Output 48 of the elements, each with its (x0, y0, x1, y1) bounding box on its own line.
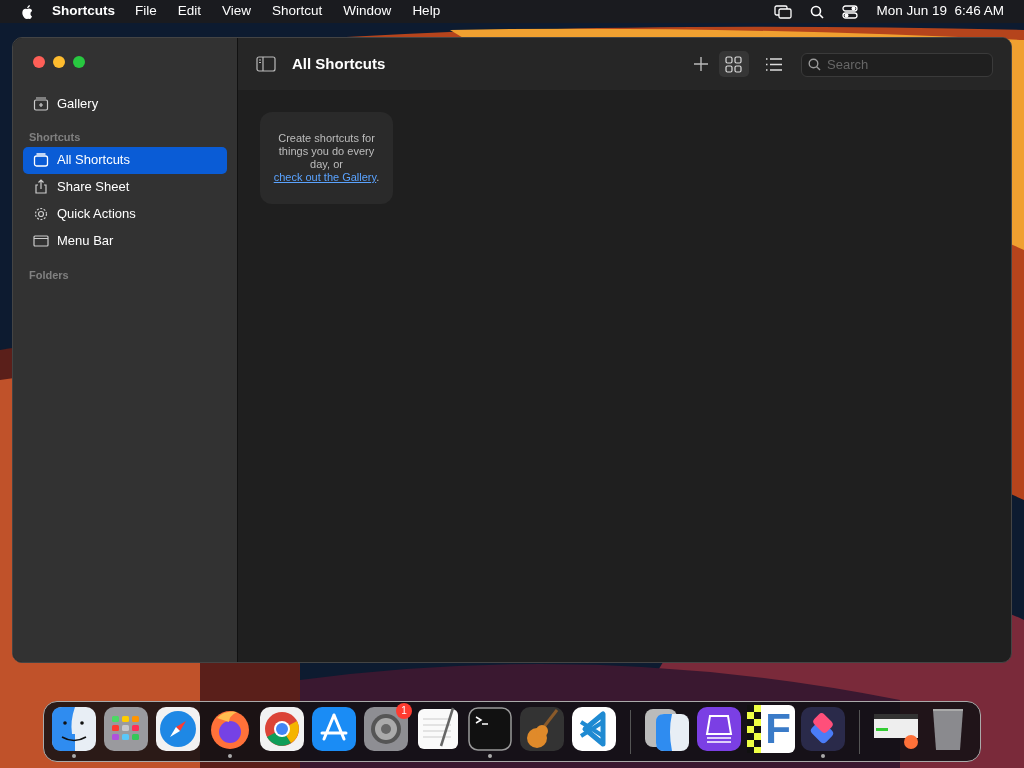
list-icon (765, 55, 783, 73)
gallery-icon (33, 95, 49, 112)
add-icon[interactable] (693, 56, 709, 72)
finder-icon[interactable] (51, 705, 97, 752)
section-header: Shortcuts (28, 130, 82, 145)
app-store-icon[interactable] (311, 705, 357, 752)
guitar-icon[interactable] (519, 705, 565, 752)
grid-view-button[interactable] (719, 51, 749, 77)
section-header: Folders (28, 267, 70, 283)
sidebar-item[interactable]: Gallery (23, 90, 227, 117)
window-title: All Shortcuts (292, 53, 386, 74)
gear-icon[interactable] (363, 705, 409, 752)
control-center-icon[interactable] (842, 4, 859, 19)
layers-icon[interactable] (800, 705, 846, 752)
share-icon (33, 179, 49, 195)
clock[interactable]: Mon Jun 19 6:46 AM (876, 1, 1004, 22)
app-menu[interactable]: Shortcuts (52, 1, 115, 22)
menu-item[interactable]: Help (412, 1, 441, 22)
stack-icon (33, 152, 49, 168)
menu-item[interactable]: File (135, 1, 157, 22)
apple-logo-icon[interactable] (20, 3, 34, 20)
menu-item[interactable]: Edit (177, 1, 202, 22)
app-grid-icon[interactable] (103, 705, 149, 752)
window-icon[interactable] (774, 4, 793, 19)
menu-item[interactable]: Window (343, 1, 392, 22)
sidebar-toggle-icon[interactable] (256, 56, 276, 72)
notification-badge: 1 (396, 702, 412, 719)
search-icon[interactable] (810, 4, 825, 19)
code-editor-icon[interactable] (571, 705, 617, 752)
menu-item[interactable]: View (222, 1, 252, 22)
search-icon (808, 58, 821, 71)
close-button[interactable] (33, 56, 45, 68)
search-field[interactable]: Search (801, 52, 993, 77)
sidebar-item[interactable]: Share Sheet (23, 173, 227, 201)
drive-icon[interactable] (696, 705, 742, 752)
text-edit-icon[interactable] (415, 705, 461, 752)
minimize-button[interactable] (53, 56, 65, 68)
window-icon (33, 233, 49, 249)
menu-item[interactable]: Shortcut (272, 1, 323, 22)
zoom-button[interactable] (73, 56, 85, 68)
terminal-icon[interactable] (467, 705, 513, 752)
grid-icon (725, 55, 743, 73)
gear-icon (33, 206, 49, 222)
sidebar-item[interactable]: All Shortcuts (23, 146, 227, 174)
empty-state-text: Create shortcuts for things you do every day, or check out the Gallery. (272, 132, 381, 184)
sidebar-item[interactable]: Quick Actions (23, 200, 227, 228)
compass-icon[interactable] (155, 705, 201, 752)
sidebar-item[interactable]: Menu Bar (23, 227, 227, 255)
